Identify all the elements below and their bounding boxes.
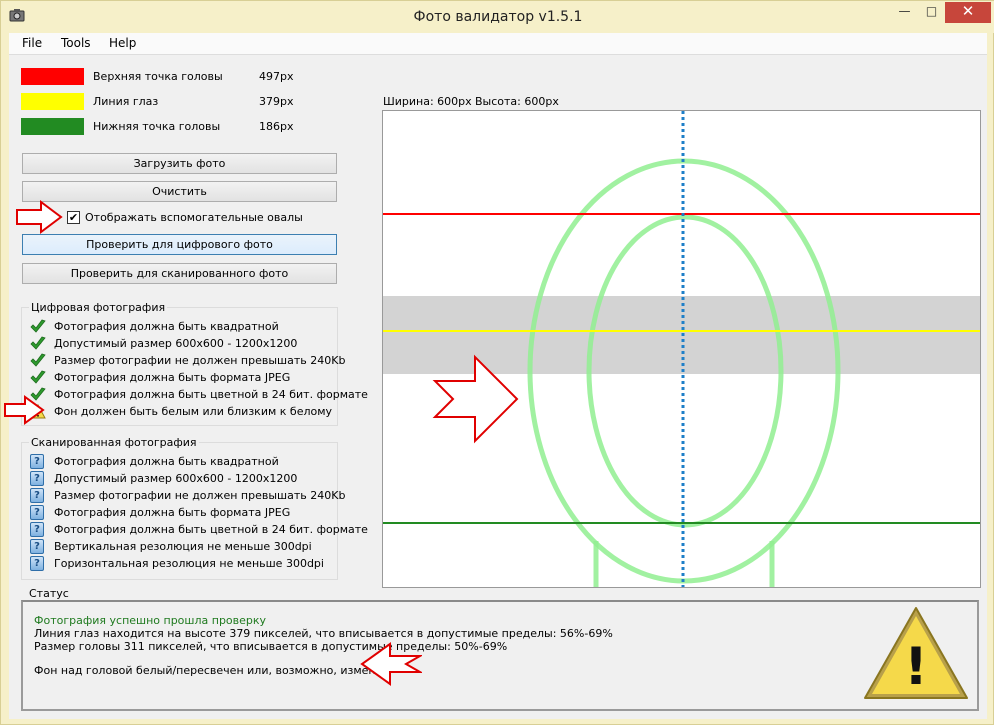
legend-value-head-top: 497px xyxy=(259,70,294,83)
digital-group-title: Цифровая фотография xyxy=(29,301,168,314)
check-digital-button[interactable]: Проверить для цифрового фото xyxy=(22,234,337,255)
check-row: ? Размер фотографии не должен превышать 2… xyxy=(30,487,345,504)
load-photo-button[interactable]: Загрузить фото xyxy=(22,153,337,174)
application-window: Фото валидатор v1.5.1 — □ ✕ File Tools H… xyxy=(0,0,994,725)
legend-swatch-head-bottom xyxy=(21,118,84,135)
check-row: Фотография должна быть квадратной xyxy=(30,318,330,335)
status-success-text: Фотография успешно прошла проверку xyxy=(34,614,267,627)
minimize-button[interactable]: — xyxy=(891,2,918,23)
status-panel: Фотография успешно прошла проверку Линия… xyxy=(21,600,979,711)
check-row-label: Фотография должна быть формата JPEG xyxy=(54,506,291,519)
menu-tools[interactable]: Tools xyxy=(61,36,91,50)
question-icon: ? xyxy=(30,522,46,537)
check-row: ? Горизонтальная резолюция не меньше 300d… xyxy=(30,555,330,572)
legend-label-eye-line: Линия глаз xyxy=(93,95,159,108)
checkmark-icon xyxy=(30,336,46,351)
question-icon: ? xyxy=(30,488,46,503)
check-row-label: Допустимый размер 600x600 - 1200x1200 xyxy=(54,337,298,350)
show-ovals-label[interactable]: Отображать вспомогательные овалы xyxy=(85,211,303,224)
legend-swatch-head-top xyxy=(21,68,84,85)
legend-label-head-bottom: Нижняя точка головы xyxy=(93,120,221,133)
check-row: Фотография должна быть формата JPEG xyxy=(30,369,330,386)
legend-swatch-eye-line xyxy=(21,93,84,110)
status-head-size-text: Размер головы 311 пикселей, что вписывае… xyxy=(34,640,508,653)
check-row: ? Фотография должна быть формата JPEG xyxy=(30,504,330,521)
check-row: ? Фотография должна быть цветной в 24 бит… xyxy=(30,521,368,538)
annotation-arrow-background-check xyxy=(4,395,45,425)
check-row-label: Размер фотографии не должен превышать 24… xyxy=(54,354,346,367)
check-row-label: Фотография должна быть квадратной xyxy=(54,320,279,333)
menu-bar: File Tools Help xyxy=(9,33,987,55)
check-row: ? Вертикальная резолюция не меньше 300dpi xyxy=(30,538,330,555)
large-warning-icon: ! xyxy=(864,607,968,699)
legend-value-head-bottom: 186px xyxy=(259,120,294,133)
photo-overlay xyxy=(383,111,980,587)
image-width-label: Ширина: 600px xyxy=(383,95,472,108)
check-row-label: Фотография должна быть формата JPEG xyxy=(54,371,291,384)
check-row-label: Фотография должна быть квадратной xyxy=(54,455,279,468)
question-icon: ? xyxy=(30,471,46,486)
check-row-label: Вертикальная резолюция не меньше 300dpi xyxy=(54,540,312,553)
check-row-label: Фон должен быть белым или близким к бело… xyxy=(54,405,333,418)
window-title: Фото валидатор v1.5.1 xyxy=(413,9,583,25)
check-row-label: Фотография должна быть цветной в 24 бит.… xyxy=(54,388,368,401)
checkmark-icon xyxy=(30,353,46,368)
legend-label-head-top: Верхняя точка головы xyxy=(93,70,223,83)
show-ovals-checkbox[interactable]: ✔ xyxy=(67,211,80,224)
menu-file[interactable]: File xyxy=(22,36,42,50)
menu-help[interactable]: Help xyxy=(109,36,136,50)
clear-button[interactable]: Очистить xyxy=(22,181,337,202)
main-content: File Tools Help Верхняя точка головы 497… xyxy=(4,33,987,719)
status-group-title: Статус xyxy=(29,587,69,600)
question-icon: ? xyxy=(30,505,46,520)
checkmark-icon xyxy=(30,370,46,385)
question-icon: ? xyxy=(30,539,46,554)
warning-exclamation: ! xyxy=(904,637,928,697)
annotation-arrow-checkbox xyxy=(16,200,63,234)
checkmark-icon xyxy=(30,319,46,334)
check-row: Размер фотографии не должен превышать 24… xyxy=(30,352,345,369)
question-icon: ? xyxy=(30,454,46,469)
check-row-label: Размер фотографии не должен превышать 24… xyxy=(54,489,346,502)
status-eye-line-text: Линия глаз находится на высоте 379 пиксе… xyxy=(34,627,613,640)
question-icon: ? xyxy=(30,556,46,571)
photo-preview[interactable] xyxy=(382,110,981,588)
close-button[interactable]: ✕ xyxy=(945,2,991,23)
check-row: Фон должен быть белым или близким к бело… xyxy=(30,403,333,420)
legend-value-eye-line: 379px xyxy=(259,95,294,108)
check-row-label: Допустимый размер 600x600 - 1200x1200 xyxy=(54,472,298,485)
image-height-label: Высота: 600px xyxy=(475,95,559,108)
check-row: Допустимый размер 600x600 - 1200x1200 xyxy=(30,335,330,352)
check-row: ? Допустимый размер 600x600 - 1200x1200 xyxy=(30,470,330,487)
status-background-text: Фон над головой белый/пересвечен или, во… xyxy=(34,664,390,677)
check-row-label: Фотография должна быть цветной в 24 бит.… xyxy=(54,523,368,536)
maximize-button[interactable]: □ xyxy=(918,2,945,23)
check-row: ? Фотография должна быть квадратной xyxy=(30,453,330,470)
check-scanned-button[interactable]: Проверить для сканированного фото xyxy=(22,263,337,284)
check-row-label: Горизонтальная резолюция не меньше 300dp… xyxy=(54,557,324,570)
annotation-arrow-status xyxy=(360,642,422,686)
check-row: Фотография должна быть цветной в 24 бит.… xyxy=(30,386,368,403)
scanned-group-title: Сканированная фотография xyxy=(29,436,199,449)
title-bar[interactable]: Фото валидатор v1.5.1 — □ ✕ xyxy=(1,1,994,33)
